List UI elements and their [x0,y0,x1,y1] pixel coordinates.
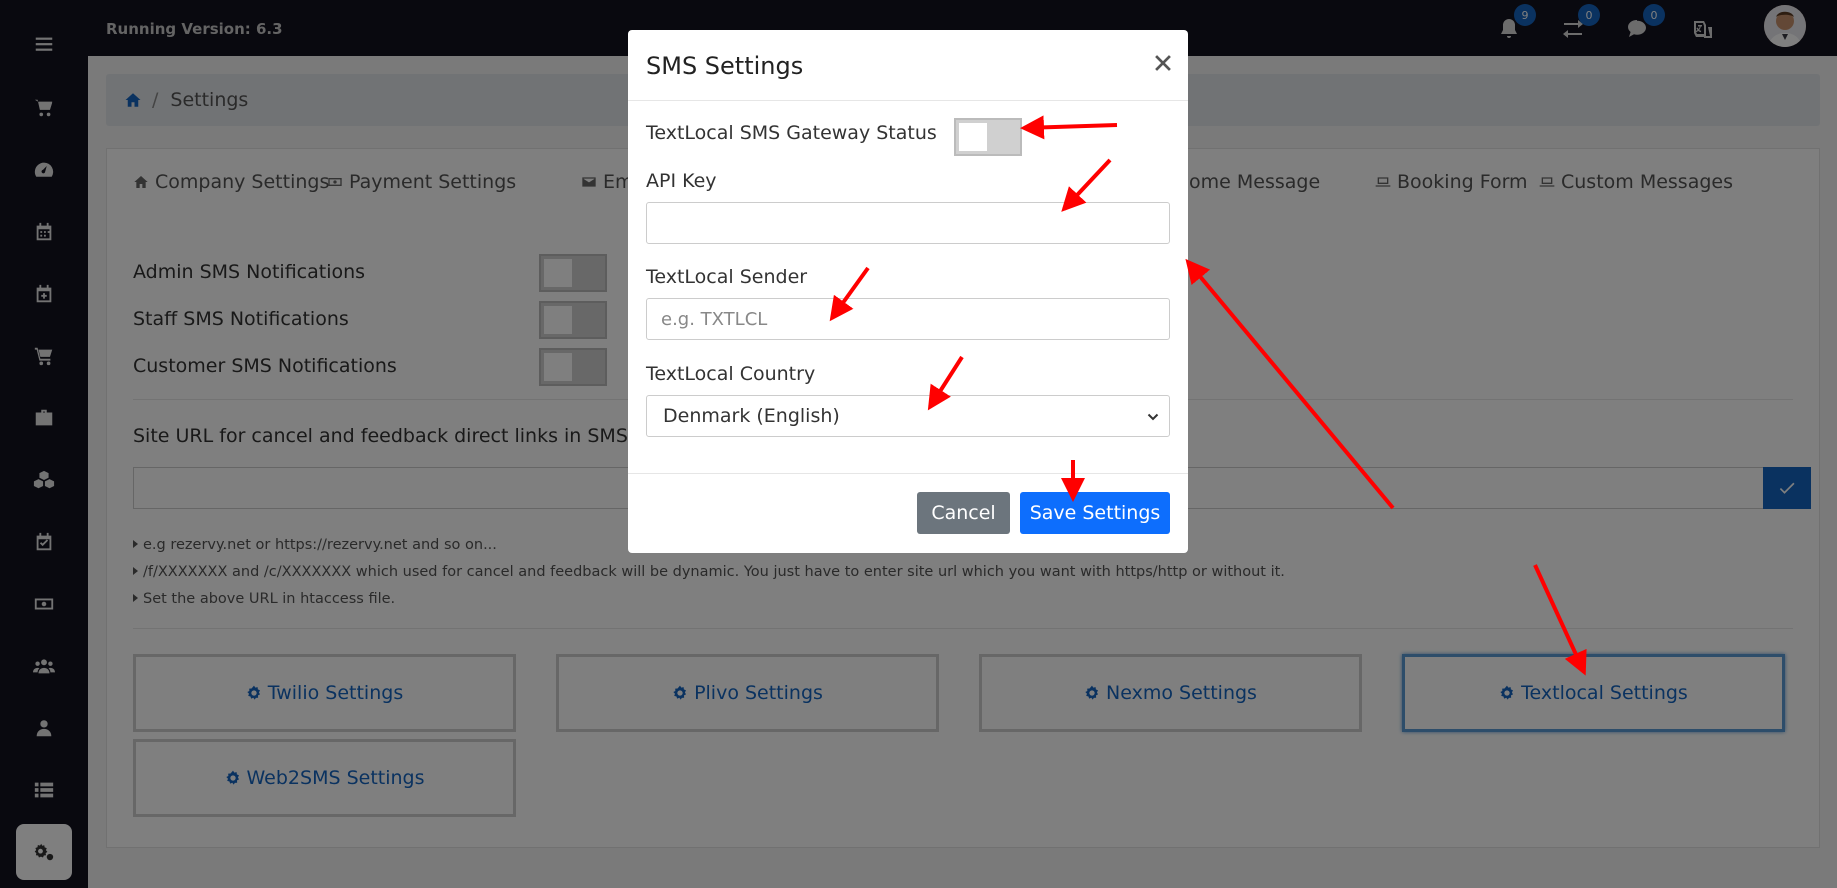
country-label: TextLocal Country [646,363,816,385]
sender-input[interactable] [646,298,1170,340]
api-key-input[interactable] [646,202,1170,244]
modal-footer-divider [628,473,1188,474]
modal-header-divider [628,100,1188,101]
toggle-knob [959,123,987,151]
gateway-status-toggle[interactable] [954,118,1022,156]
sms-settings-modal: SMS Settings TextLocal SMS Gateway Statu… [628,30,1188,553]
country-select[interactable]: Denmark (English) [646,395,1170,437]
sender-label: TextLocal Sender [646,266,808,288]
chevron-down-icon [1147,413,1159,421]
country-selected-value: Denmark (English) [663,405,840,427]
api-key-label: API Key [646,170,717,192]
save-settings-button[interactable]: Save Settings [1020,492,1170,534]
gateway-status-label: TextLocal SMS Gateway Status [646,122,937,144]
cancel-button[interactable]: Cancel [917,492,1010,534]
modal-title: SMS Settings [646,52,804,80]
close-icon[interactable] [1148,48,1178,78]
